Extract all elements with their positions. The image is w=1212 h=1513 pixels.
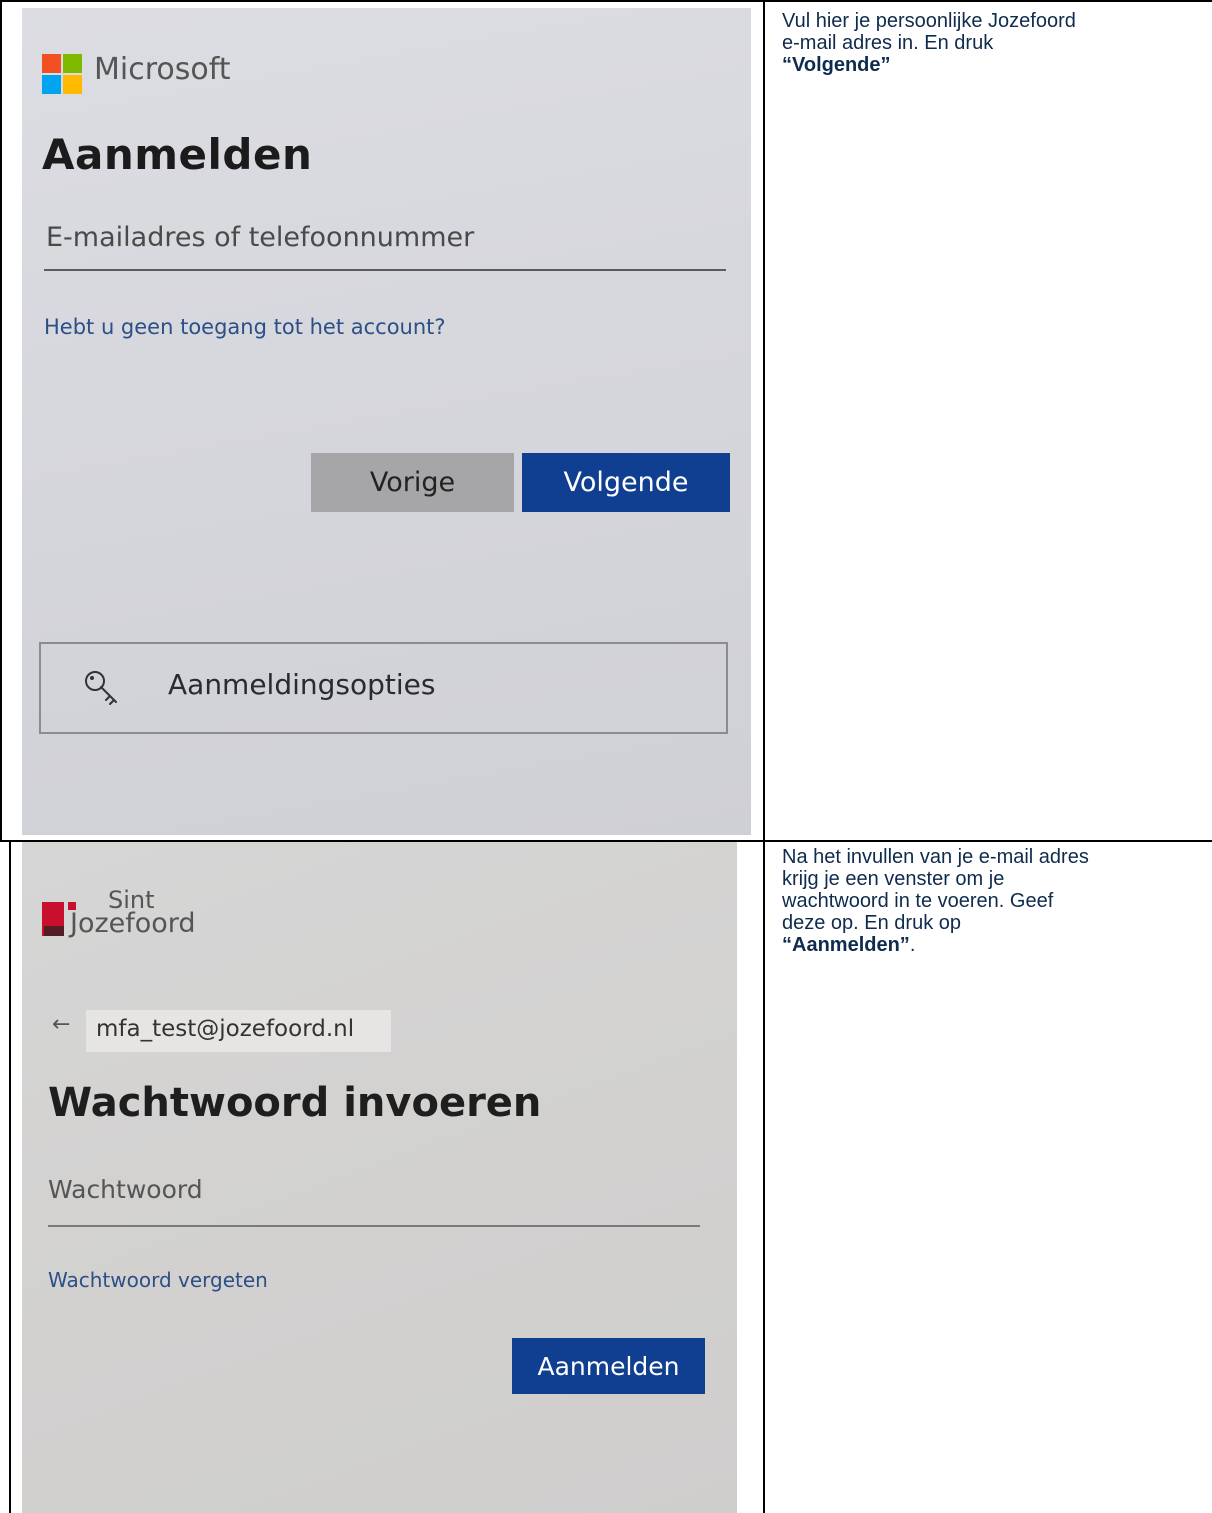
sign-in-button[interactable]: Aanmelden [512, 1338, 705, 1394]
instruction-line: Na het invullen van je e-mail adres [782, 846, 1089, 868]
table-border-left-row2 [9, 842, 11, 1513]
page-title: Wachtwoord invoeren [48, 1080, 542, 1126]
instruction-line: Vul hier je persoonlijke Jozefoord [782, 10, 1076, 32]
back-button[interactable]: Vorige [311, 453, 514, 512]
password-field[interactable]: Wachtwoord [48, 1175, 203, 1204]
instruction-emphasis: “Aanmelden” [782, 934, 910, 956]
next-button[interactable]: Volgende [522, 453, 730, 512]
instruction-line: krijg je een venster om je [782, 868, 1005, 890]
microsoft-logo-icon [42, 54, 82, 94]
no-access-link[interactable]: Hebt u geen toegang tot het account? [44, 315, 446, 339]
key-icon [85, 671, 117, 705]
email-field-underline [44, 269, 726, 271]
instruction-row-1: Vul hier je persoonlijke Jozefoord e-mai… [782, 10, 1202, 76]
arrow-left-icon[interactable]: ← [52, 1012, 70, 1037]
brand-name-bottom: Jozefoord [70, 908, 196, 939]
screenshot-email-step: Microsoft Aanmelden E-mailadres of telef… [22, 8, 751, 835]
brand-name: Microsoft [94, 52, 231, 87]
instruction-trailing: . [909, 934, 916, 956]
password-field-underline [48, 1225, 700, 1227]
instruction-emphasis: “Volgende” [782, 54, 891, 76]
forgot-password-link[interactable]: Wachtwoord vergeten [48, 1268, 268, 1292]
table-border-left [0, 0, 2, 842]
instruction-line: e-mail adres in. En druk [782, 32, 994, 54]
screenshot-password-step: Sint Jozefoord ← mfa_test@jozefoord.nl W… [22, 842, 737, 1513]
instruction-line: wachtwoord in te voeren. Geef [782, 890, 1054, 912]
table-column-divider [763, 0, 765, 1513]
instruction-line: deze op. En druk op [782, 912, 962, 934]
table-border-top [0, 0, 1212, 2]
page-title: Aanmelden [42, 130, 313, 179]
instruction-row-2: Na het invullen van je e-mail adres krij… [782, 846, 1202, 956]
sign-in-options-label: Aanmeldingsopties [168, 668, 436, 701]
email-field[interactable]: E-mailadres of telefoonnummer [46, 222, 474, 253]
account-email: mfa_test@jozefoord.nl [96, 1016, 355, 1042]
